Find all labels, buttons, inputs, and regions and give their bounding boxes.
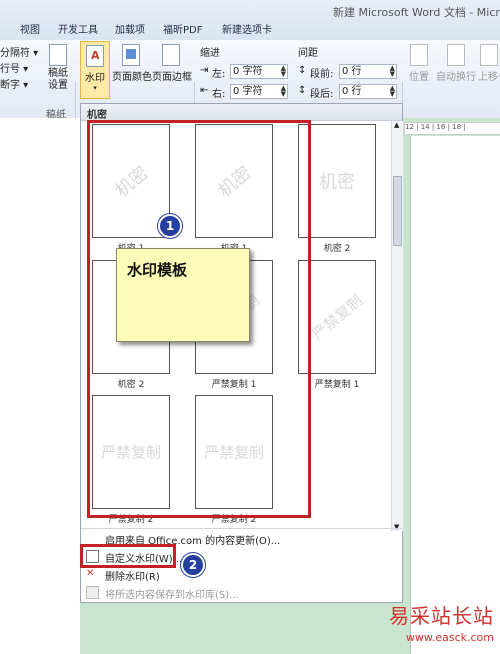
hyphenation-button[interactable]: 断字 ▾	[0, 76, 28, 91]
indent-right-field[interactable]: 0 字符 ▲ ▼	[230, 84, 288, 99]
position-icon	[410, 44, 428, 66]
ribbon-tab-bar: 新建 Microsoft Word 文档 - Microso 视图 开发工具 加…	[0, 0, 500, 41]
left-page-margin	[0, 118, 80, 654]
remove-watermark-icon: ✕	[86, 568, 95, 579]
wrap-text-icon	[447, 44, 465, 66]
wrap-text-button[interactable]: 自动换行	[436, 44, 476, 83]
site-logo: 易采站长站 www.easck.com	[389, 604, 494, 644]
bring-forward-icon	[480, 44, 498, 66]
save-to-gallery-item[interactable]: 将所选内容保存到水印库(S)...	[81, 584, 402, 601]
indent-left-label: 左:	[212, 69, 226, 80]
spinner-icon[interactable]: ▲ ▼	[281, 65, 286, 78]
spacing-label: 间距	[298, 48, 318, 59]
spacing-before-field[interactable]: 0 行 ▲ ▼	[339, 64, 397, 79]
spacing-after-field[interactable]: 0 行 ▲ ▼	[339, 84, 397, 99]
watermark-button[interactable]: A 水印 ▾	[80, 41, 110, 99]
page-color-button[interactable]: 页面颜色	[112, 44, 152, 83]
step-2-badge: 2	[181, 553, 205, 577]
document-page[interactable]	[410, 136, 500, 654]
page-color-icon	[122, 44, 140, 66]
gallery-scrollbar[interactable]: ▲ ▼	[391, 121, 403, 531]
indent-right-label: 右:	[212, 89, 226, 100]
step-1-badge: 1	[158, 214, 182, 238]
chevron-down-icon: ▾	[93, 84, 97, 92]
spinner-icon[interactable]: ▲ ▼	[281, 85, 286, 98]
breaks-button[interactable]: 分隔符 ▾	[0, 44, 38, 59]
spacing-after-label: 段后:	[310, 89, 334, 100]
gallery-header: 机密	[81, 104, 402, 121]
spacing-after-icon: ↕	[298, 85, 307, 96]
annotation-note: 水印模板	[116, 248, 250, 342]
tab-addins[interactable]: 加载项	[115, 21, 145, 36]
remove-watermark-item[interactable]: ✕ 删除水印(R)	[81, 566, 402, 583]
spacing-before-label: 段前:	[310, 69, 334, 80]
tab-foxit-pdf[interactable]: 福昕PDF	[163, 21, 202, 36]
line-numbers-button[interactable]: 行号 ▾	[0, 60, 28, 75]
tab-view[interactable]: 视图	[20, 21, 40, 36]
window-title: 新建 Microsoft Word 文档 - Microso	[333, 6, 500, 19]
page-border-icon	[162, 44, 180, 66]
horizontal-ruler: 12 | 14 | 16 | 18 |	[404, 122, 500, 135]
indent-label: 缩进	[200, 48, 220, 59]
spinner-icon[interactable]: ▲ ▼	[390, 65, 395, 78]
indent-right-icon: ⇤	[200, 85, 209, 96]
indent-left-icon: ⇥	[200, 65, 209, 76]
scrollbar-thumb[interactable]	[393, 176, 402, 246]
watermark-icon: A	[86, 45, 104, 67]
save-selection-icon	[86, 586, 99, 599]
bring-forward-button[interactable]: 上移一	[478, 44, 500, 83]
page-border-button[interactable]: 页面边框	[152, 44, 192, 83]
spinner-icon[interactable]: ▲ ▼	[390, 85, 395, 98]
tab-new[interactable]: 新建选项卡	[222, 21, 272, 36]
position-button[interactable]: 位置	[404, 44, 434, 83]
tab-developer[interactable]: 开发工具	[58, 21, 98, 36]
draft-settings-button[interactable]: 稿纸 设置	[44, 44, 72, 92]
scroll-up-icon[interactable]: ▲	[394, 121, 399, 129]
custom-watermark-highlight	[80, 544, 176, 568]
draft-paper-icon	[49, 44, 67, 66]
indent-left-field[interactable]: 0 字符 ▲ ▼	[230, 64, 288, 79]
spacing-before-icon: ↕	[298, 65, 307, 76]
